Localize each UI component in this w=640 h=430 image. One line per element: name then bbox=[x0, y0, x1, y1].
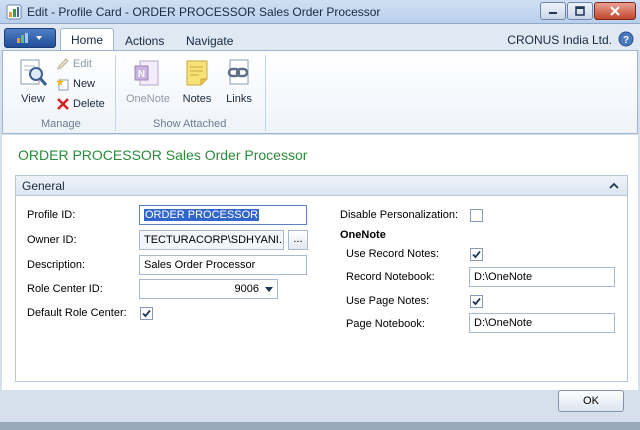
ribbon-tab-bar: Home Actions Navigate CRONUS India Ltd. … bbox=[0, 24, 640, 50]
default-role-center-label: Default Role Center: bbox=[27, 307, 127, 319]
notes-button[interactable]: Notes bbox=[175, 55, 219, 113]
edit-button[interactable]: Edit bbox=[56, 55, 92, 73]
page-notebook-label: Page Notebook: bbox=[346, 318, 425, 330]
use-record-notes-checkbox[interactable] bbox=[470, 248, 483, 261]
owner-id-value: TECTURACORP\SDHYANI... bbox=[144, 234, 284, 246]
onenote-section-heading: OneNote bbox=[340, 229, 386, 241]
role-center-id-field[interactable]: 9006 bbox=[139, 279, 278, 299]
owner-id-label: Owner ID: bbox=[27, 234, 77, 246]
use-record-notes-label: Use Record Notes: bbox=[346, 248, 439, 260]
window-controls bbox=[540, 2, 636, 20]
fasttab-header[interactable]: General bbox=[16, 176, 627, 196]
maximize-button[interactable] bbox=[567, 2, 593, 20]
minimize-icon bbox=[549, 12, 557, 14]
description-value: Sales Order Processor bbox=[144, 259, 256, 271]
disable-personalization-label: Disable Personalization: bbox=[340, 209, 459, 221]
dynamics-app-icon bbox=[6, 4, 22, 20]
default-role-center-checkbox[interactable] bbox=[140, 307, 153, 320]
view-label: View bbox=[21, 93, 45, 105]
checkmark-icon bbox=[472, 250, 481, 259]
window-title: Edit - Profile Card - ORDER PROCESSOR Sa… bbox=[27, 5, 381, 19]
page-notebook-field[interactable]: D:\OneNote bbox=[469, 313, 615, 333]
fasttab-title: General bbox=[22, 179, 65, 193]
maximize-icon bbox=[575, 6, 585, 16]
links-button[interactable]: Links bbox=[217, 55, 261, 113]
background-window-strip bbox=[0, 422, 640, 430]
close-icon bbox=[610, 6, 620, 16]
dropdown-arrow-icon[interactable] bbox=[265, 287, 273, 292]
profile-id-field[interactable]: ORDER PROCESSOR bbox=[139, 205, 307, 225]
dynamics-menu-icon bbox=[17, 33, 42, 43]
onenote-label: OneNote bbox=[125, 93, 171, 105]
new-button[interactable]: New bbox=[56, 75, 95, 93]
record-notebook-label: Record Notebook: bbox=[346, 271, 435, 283]
notes-icon bbox=[186, 60, 208, 86]
links-label: Links bbox=[226, 93, 252, 105]
onenote-button[interactable]: N OneNote bbox=[123, 55, 173, 113]
delete-label: Delete bbox=[73, 98, 105, 110]
tab-home[interactable]: Home bbox=[60, 28, 115, 50]
delete-icon bbox=[57, 98, 69, 110]
onenote-icon: N bbox=[134, 60, 159, 86]
notes-label: Notes bbox=[182, 93, 212, 105]
dialog-footer: OK bbox=[0, 390, 640, 430]
company-name: CRONUS India Ltd. bbox=[507, 33, 612, 47]
minimize-button[interactable] bbox=[540, 2, 566, 20]
page-title: ORDER PROCESSOR Sales Order Processor bbox=[18, 147, 308, 163]
tab-actions[interactable]: Actions bbox=[115, 30, 174, 50]
delete-button[interactable]: Delete bbox=[56, 95, 105, 113]
role-center-id-label: Role Center ID: bbox=[27, 283, 103, 295]
tab-navigate[interactable]: Navigate bbox=[176, 30, 243, 50]
disable-personalization-checkbox[interactable] bbox=[470, 209, 483, 222]
edit-icon bbox=[57, 58, 69, 70]
record-notebook-value: D:\OneNote bbox=[474, 271, 533, 283]
new-icon bbox=[56, 78, 69, 91]
use-page-notes-label: Use Page Notes: bbox=[346, 295, 430, 307]
profile-id-value: ORDER PROCESSOR bbox=[144, 209, 260, 221]
description-field[interactable]: Sales Order Processor bbox=[139, 255, 307, 275]
profile-id-label: Profile ID: bbox=[27, 209, 76, 221]
card-page: ORDER PROCESSOR Sales Order Processor Ge… bbox=[2, 135, 638, 390]
owner-id-lookup-button[interactable]: ... bbox=[288, 230, 308, 250]
application-menu-button[interactable] bbox=[4, 28, 56, 48]
svg-text:N: N bbox=[138, 69, 145, 80]
description-label: Description: bbox=[27, 259, 86, 271]
view-icon bbox=[20, 59, 48, 86]
checkmark-icon bbox=[472, 297, 481, 306]
fasttab-general: General Profile ID: ORDER PROCESSOR Owne… bbox=[15, 175, 628, 382]
group-separator bbox=[115, 55, 116, 131]
help-icon[interactable]: ? bbox=[618, 31, 634, 47]
record-notebook-field[interactable]: D:\OneNote bbox=[469, 267, 615, 287]
use-page-notes-checkbox[interactable] bbox=[470, 295, 483, 308]
group-label-manage: Manage bbox=[41, 118, 81, 130]
page-notebook-value: D:\OneNote bbox=[474, 317, 533, 329]
checkmark-icon bbox=[142, 309, 151, 318]
ok-button[interactable]: OK bbox=[558, 390, 624, 412]
title-bar: Edit - Profile Card - ORDER PROCESSOR Sa… bbox=[0, 0, 640, 24]
group-separator bbox=[265, 55, 266, 131]
ribbon-home: View Edit New Delete Manage N OneNote No… bbox=[2, 50, 638, 134]
role-center-id-value: 9006 bbox=[234, 283, 259, 295]
svg-text:?: ? bbox=[623, 35, 629, 46]
view-button[interactable]: View bbox=[11, 55, 55, 113]
owner-id-field[interactable]: TECTURACORP\SDHYANI... bbox=[139, 230, 284, 250]
links-icon bbox=[227, 59, 249, 85]
edit-label: Edit bbox=[73, 58, 92, 70]
collapse-icon[interactable] bbox=[609, 181, 619, 191]
group-label-show-attached: Show Attached bbox=[153, 118, 227, 130]
close-button[interactable] bbox=[594, 2, 636, 20]
new-label: New bbox=[73, 78, 96, 90]
